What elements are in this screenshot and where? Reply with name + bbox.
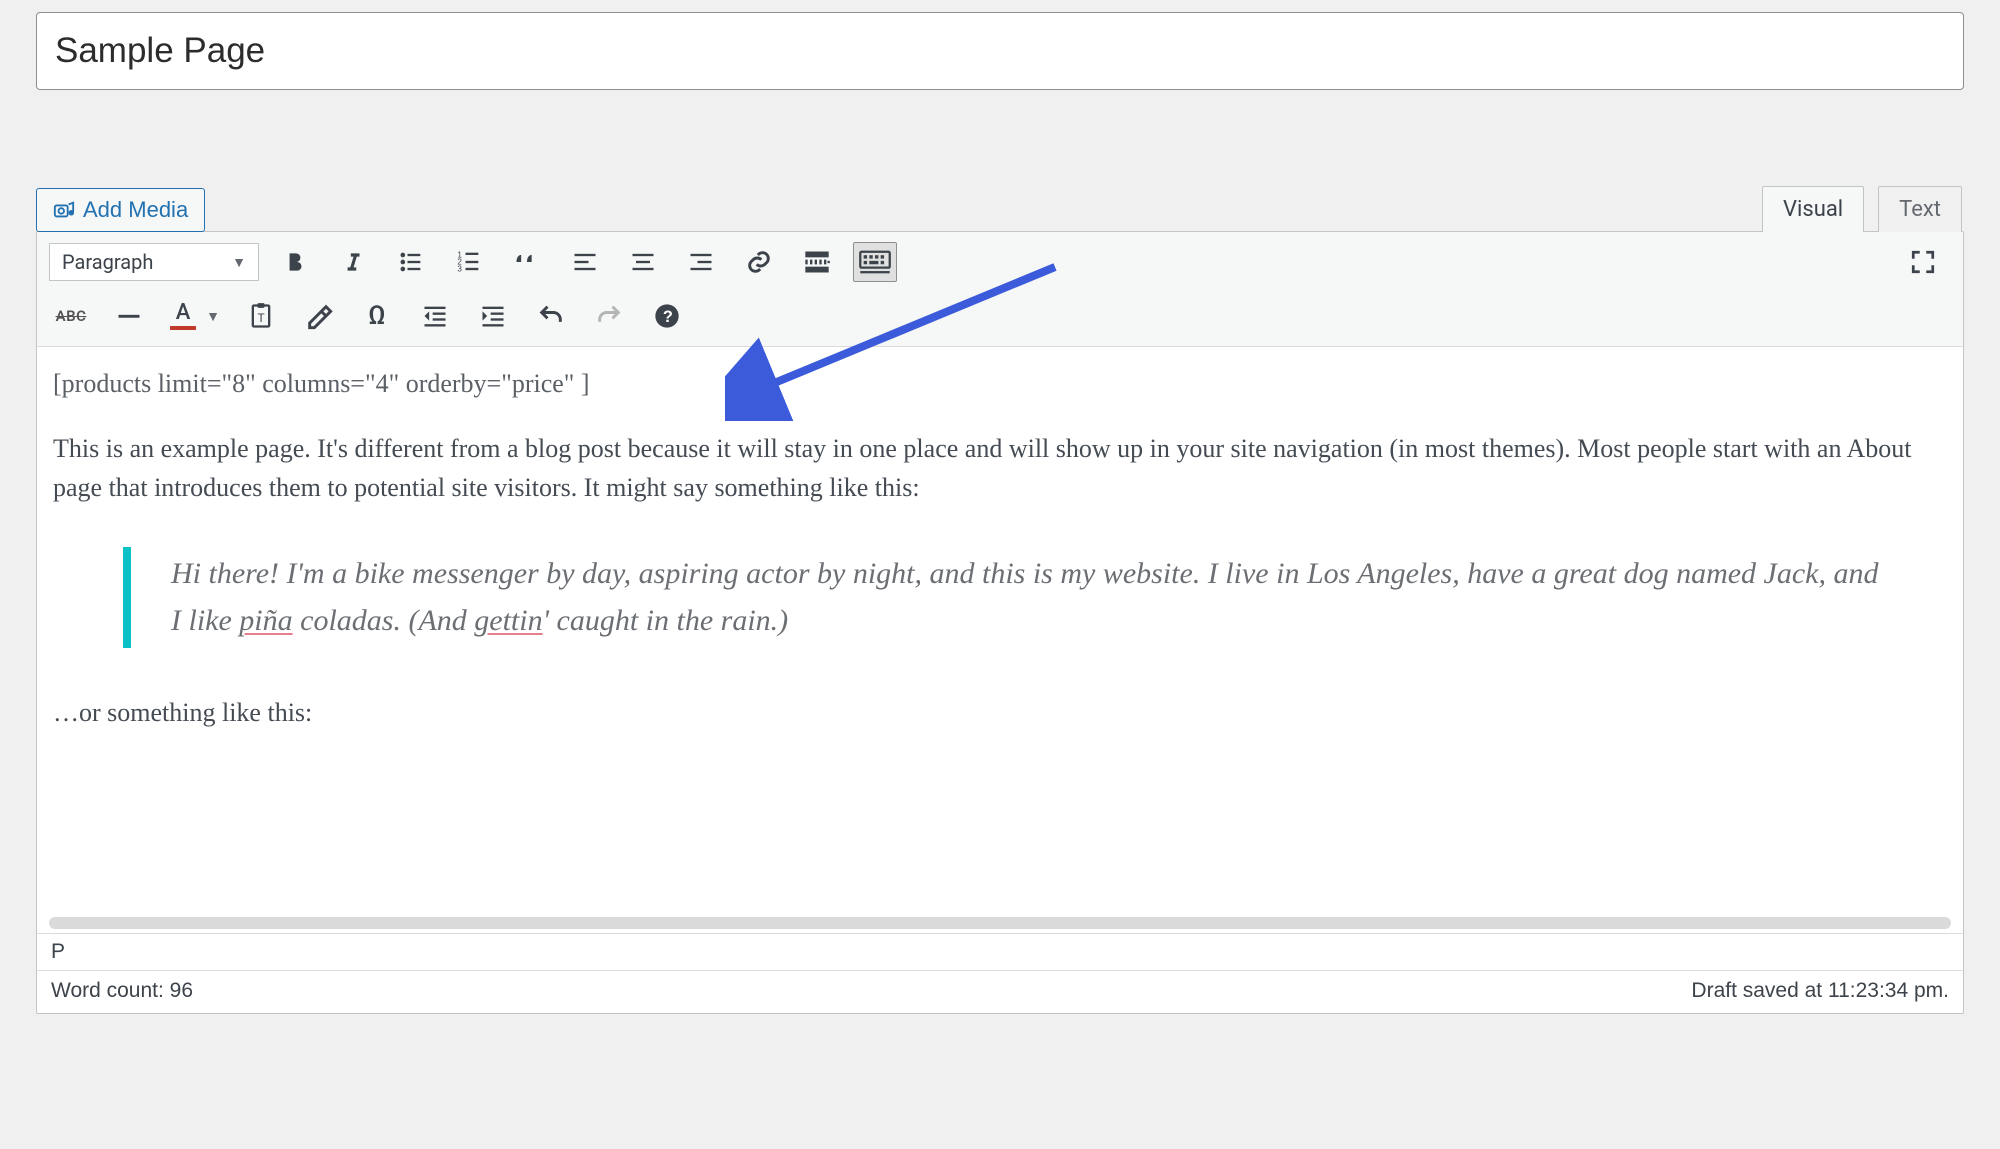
align-center-button[interactable] [621, 242, 665, 282]
tab-text[interactable]: Text [1878, 186, 1962, 232]
spell-pina: piña [239, 604, 292, 637]
editor-container: Paragraph ▼ 123 [36, 231, 1964, 1014]
quote-post: ' caught in the rain.) [543, 604, 789, 637]
spell-gettin: gettin [474, 604, 542, 637]
tab-visual[interactable]: Visual [1762, 186, 1864, 232]
format-select[interactable]: Paragraph ▼ [49, 243, 259, 281]
special-character-button[interactable]: Ω [355, 296, 399, 336]
horizontal-scrollbar[interactable] [49, 917, 1951, 929]
camera-music-icon [53, 199, 75, 221]
align-right-button[interactable] [679, 242, 723, 282]
followup-paragraph: …or something like this: [53, 698, 1947, 728]
strikethrough-button[interactable]: ABC [49, 296, 93, 336]
link-button[interactable] [737, 242, 781, 282]
italic-button[interactable] [331, 242, 375, 282]
blockquote-button[interactable] [505, 242, 549, 282]
draft-saved: Draft saved at 11:23:34 pm. [1691, 979, 1949, 1003]
fullscreen-button[interactable] [1901, 242, 1945, 282]
text-color-caret[interactable]: ▼ [201, 296, 225, 336]
clear-formatting-button[interactable] [297, 296, 341, 336]
caret-down-icon: ▼ [232, 254, 246, 271]
blockquote: Hi there! I'm a bike messenger by day, a… [123, 547, 1931, 648]
format-select-label: Paragraph [62, 250, 153, 274]
svg-text:T: T [258, 312, 265, 325]
intro-paragraph: This is an example page. It's different … [53, 429, 1947, 507]
indent-button[interactable] [471, 296, 515, 336]
outdent-button[interactable] [413, 296, 457, 336]
editor-content[interactable]: [products limit="8" columns="4" orderby=… [37, 347, 1963, 917]
svg-text:3: 3 [457, 264, 462, 273]
svg-text:?: ? [663, 308, 673, 326]
undo-button[interactable] [529, 296, 573, 336]
post-title-input[interactable] [36, 12, 1964, 90]
read-more-button[interactable] [795, 242, 839, 282]
editor-status-bar: Word count: 96 Draft saved at 11:23:34 p… [37, 970, 1963, 1013]
keyboard-help-button[interactable]: ? [645, 296, 689, 336]
text-color-button[interactable]: A [165, 296, 201, 336]
redo-button[interactable] [587, 296, 631, 336]
quote-mid: coladas. (And [293, 604, 475, 637]
horizontal-rule-button[interactable] [107, 296, 151, 336]
paste-as-text-button[interactable]: T [239, 296, 283, 336]
editor-toolbar: Paragraph ▼ 123 [37, 232, 1963, 347]
toolbar-toggle-button[interactable] [853, 242, 897, 282]
bold-button[interactable] [273, 242, 317, 282]
shortcode-text: [products limit="8" columns="4" orderby=… [53, 369, 1947, 399]
add-media-button[interactable]: Add Media [36, 188, 205, 232]
element-path-bar[interactable]: P [37, 933, 1963, 970]
align-left-button[interactable] [563, 242, 607, 282]
numbered-list-button[interactable]: 123 [447, 242, 491, 282]
word-count: Word count: 96 [51, 979, 193, 1003]
bullet-list-button[interactable] [389, 242, 433, 282]
editor-mode-tabs: Visual Text [1762, 186, 1962, 232]
add-media-label: Add Media [83, 197, 188, 223]
